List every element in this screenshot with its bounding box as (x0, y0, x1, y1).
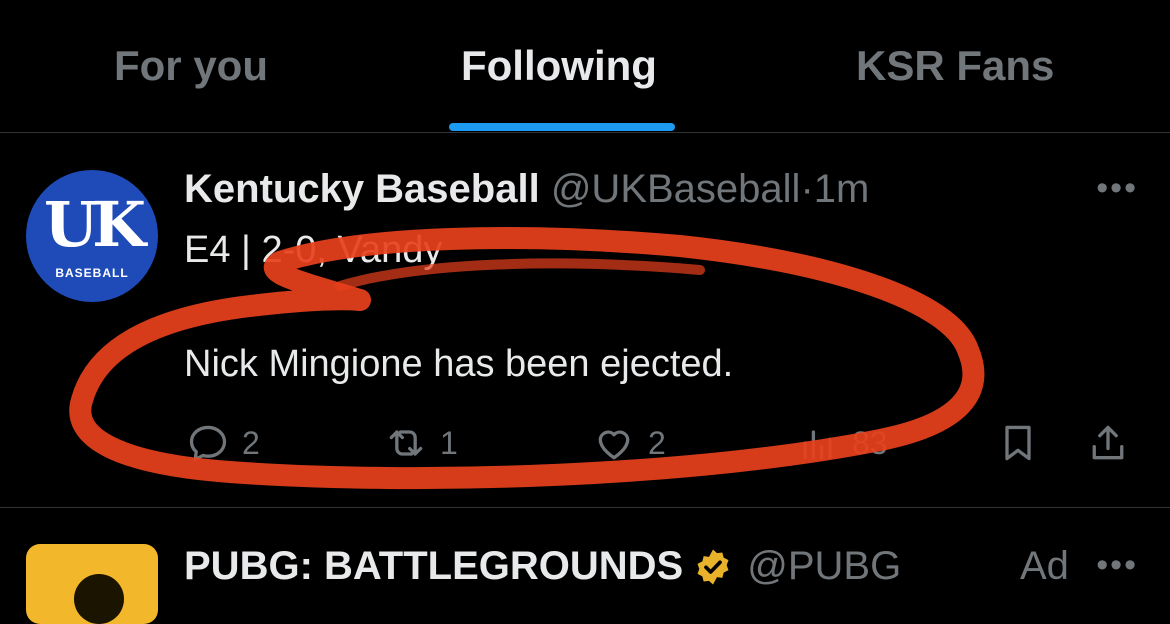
reply-button[interactable]: 2 (186, 421, 260, 465)
bookmark-button[interactable] (996, 421, 1052, 465)
tab-following[interactable]: Following (461, 42, 657, 90)
reply-count: 2 (242, 424, 260, 461)
avatar[interactable] (26, 544, 158, 624)
tab-ksr-fans[interactable]: KSR Fans (856, 42, 1054, 90)
ad-label: Ad (1020, 544, 1069, 588)
author-name[interactable]: Kentucky Baseball (184, 167, 540, 211)
repost-icon (389, 430, 423, 456)
repost-button[interactable]: 1 (384, 421, 458, 465)
reply-icon (189, 425, 227, 462)
avatar-graphic (74, 574, 124, 624)
post-actions: 2 1 2 83 (0, 413, 1170, 473)
author-name[interactable]: PUBG: BATTLEGROUNDS (184, 544, 683, 589)
views-button[interactable]: 83 (796, 421, 888, 465)
author-handle[interactable]: @UKBaseball (551, 167, 801, 211)
repost-count: 1 (440, 424, 458, 461)
bookmark-icon (1005, 425, 1031, 461)
like-button[interactable]: 2 (592, 421, 666, 465)
post-text: Nick Mingione has been ejected. (184, 343, 734, 385)
verified-badge-icon (697, 549, 729, 584)
view-count: 83 (852, 424, 888, 461)
avatar-logo-text: UK (44, 188, 146, 261)
promoted-post[interactable]: PUBG: BATTLEGROUNDS @PUBG Ad ••• (0, 508, 1170, 624)
author-handle[interactable]: @PUBG (747, 544, 901, 589)
like-count: 2 (648, 424, 666, 461)
separator: · (800, 167, 814, 211)
post-subline: E4 | 2-0, Vandy (184, 229, 443, 271)
views-icon (803, 430, 832, 460)
avatar-logo-subtext: BASEBALL (55, 266, 129, 280)
avatar[interactable]: UK BASEBALL (26, 170, 158, 302)
timestamp[interactable]: 1m (814, 167, 870, 211)
share-button[interactable] (1086, 421, 1142, 465)
post[interactable]: UK BASEBALL Kentucky Baseball @UKBasebal… (0, 133, 1170, 508)
heart-icon (598, 430, 630, 460)
active-tab-indicator (449, 123, 675, 131)
more-options-icon[interactable]: ••• (1096, 169, 1138, 208)
timeline-tabs: For you Following KSR Fans (0, 0, 1170, 133)
share-icon (1092, 425, 1124, 460)
post-header: Kentucky Baseball @UKBaseball·1m (184, 167, 869, 212)
post-header: PUBG: BATTLEGROUNDS @PUBG (184, 544, 901, 589)
more-options-icon[interactable]: ••• (1096, 546, 1138, 585)
tab-for-you[interactable]: For you (114, 42, 268, 90)
